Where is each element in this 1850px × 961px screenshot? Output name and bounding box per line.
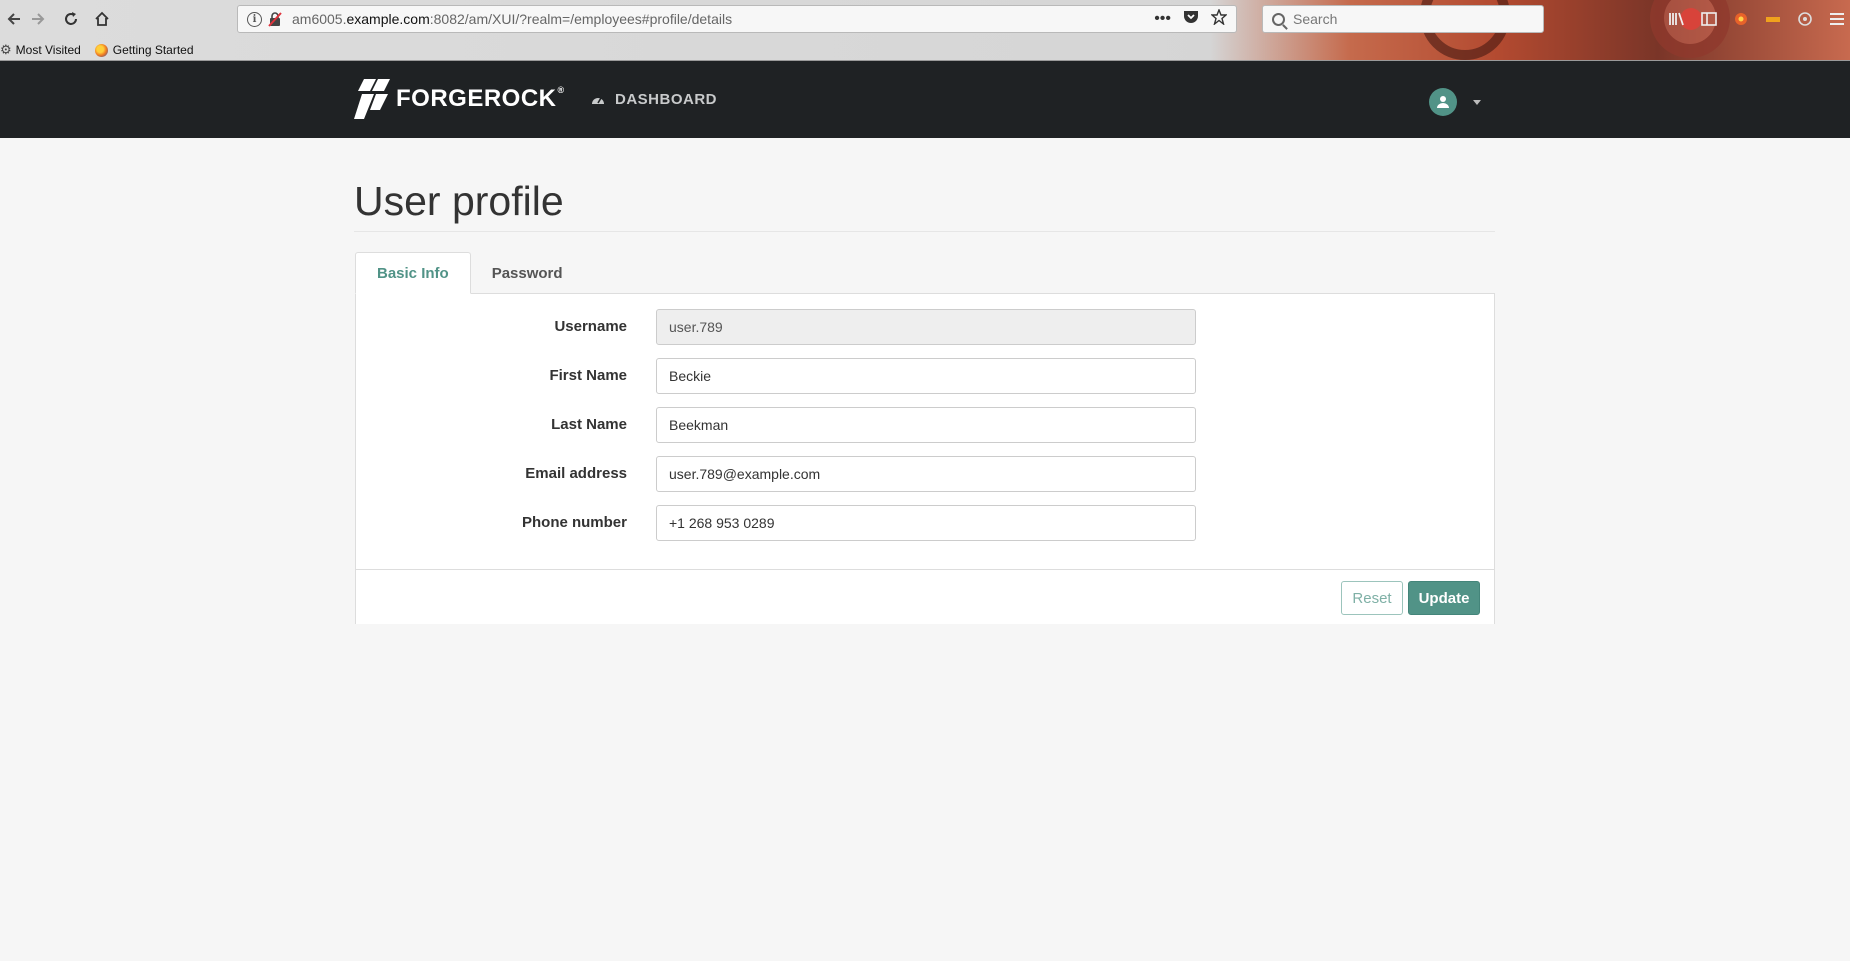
bookmark-star-icon[interactable]: [1210, 7, 1228, 30]
first-name-row: First Name: [356, 358, 1496, 394]
phone-field[interactable]: [656, 505, 1196, 541]
back-arrow-icon: [7, 13, 20, 25]
last-name-field[interactable]: [656, 407, 1196, 443]
last-name-row: Last Name: [356, 407, 1496, 443]
url-bar[interactable]: i am6005.example.com:8082/am/XUI/?realm=…: [237, 5, 1237, 33]
forgerock-logo[interactable]: FORGEROCK®: [354, 77, 565, 121]
reload-button[interactable]: [58, 6, 84, 32]
extension-icon[interactable]: [1732, 10, 1750, 28]
username-field[interactable]: [656, 309, 1196, 345]
dashboard-gauge-icon: [592, 97, 604, 104]
home-icon: [95, 11, 109, 26]
extension-badge-icon[interactable]: [1764, 10, 1782, 28]
tab-basic-info[interactable]: Basic Info: [355, 252, 471, 294]
email-label: Email address: [525, 465, 627, 482]
brand-name: FORGEROCK®: [396, 85, 565, 112]
panel-footer: Reset Update: [356, 569, 1494, 624]
nav-dashboard-link[interactable]: DASHBOARD: [591, 61, 717, 138]
phone-label: Phone number: [521, 514, 627, 531]
basic-info-panel: Username First Name Last Name Email addr…: [355, 293, 1495, 624]
menu-icon[interactable]: [1828, 10, 1846, 28]
pocket-icon[interactable]: [1183, 9, 1199, 29]
user-menu-toggle[interactable]: [1429, 88, 1481, 116]
user-icon: [1437, 96, 1449, 108]
profile-tabs: Basic Info Password: [355, 252, 584, 294]
bookmark-most-visited[interactable]: ⚙ Most Visited: [0, 42, 81, 58]
email-field[interactable]: [656, 456, 1196, 492]
page-actions-icon[interactable]: •••: [1154, 10, 1171, 28]
firefox-icon: [94, 43, 108, 57]
page-title: User profile: [354, 178, 564, 224]
last-name-label: Last Name: [551, 416, 627, 433]
sidebar-icon[interactable]: [1700, 10, 1718, 28]
back-button[interactable]: [0, 6, 26, 32]
title-divider: [354, 231, 1495, 232]
email-row: Email address: [356, 456, 1496, 492]
username-row: Username: [356, 309, 1496, 345]
app-navbar: FORGEROCK® DASHBOARD: [0, 61, 1850, 138]
browser-search-input[interactable]: Search: [1262, 5, 1544, 33]
reset-button[interactable]: Reset: [1341, 581, 1403, 615]
site-info-icon[interactable]: i: [247, 11, 262, 27]
insecure-lock-icon[interactable]: [268, 11, 282, 27]
browser-toolbar: i am6005.example.com:8082/am/XUI/?realm=…: [0, 0, 1850, 61]
chevron-down-icon: [1473, 99, 1481, 105]
forward-arrow-icon: [32, 13, 45, 25]
extension-cloud-icon[interactable]: [1796, 10, 1814, 28]
search-icon: [1272, 12, 1285, 26]
library-icon[interactable]: [1668, 10, 1686, 28]
url-text: am6005.example.com:8082/am/XUI/?realm=/e…: [292, 11, 733, 27]
update-button[interactable]: Update: [1408, 581, 1480, 615]
first-name-label: First Name: [549, 367, 627, 384]
first-name-field[interactable]: [656, 358, 1196, 394]
forgerock-mark-icon: [354, 79, 390, 119]
username-label: Username: [554, 318, 627, 335]
home-button[interactable]: [89, 6, 115, 32]
tab-password[interactable]: Password: [471, 252, 584, 294]
bookmarks-bar: ⚙ Most Visited Getting Started: [0, 40, 206, 60]
search-placeholder: Search: [1293, 11, 1338, 27]
forward-button[interactable]: [26, 6, 52, 32]
gear-icon: ⚙: [0, 42, 12, 57]
bookmark-getting-started[interactable]: Getting Started: [93, 43, 194, 57]
phone-row: Phone number: [356, 505, 1496, 541]
reload-icon: [65, 12, 77, 25]
avatar: [1429, 88, 1457, 116]
